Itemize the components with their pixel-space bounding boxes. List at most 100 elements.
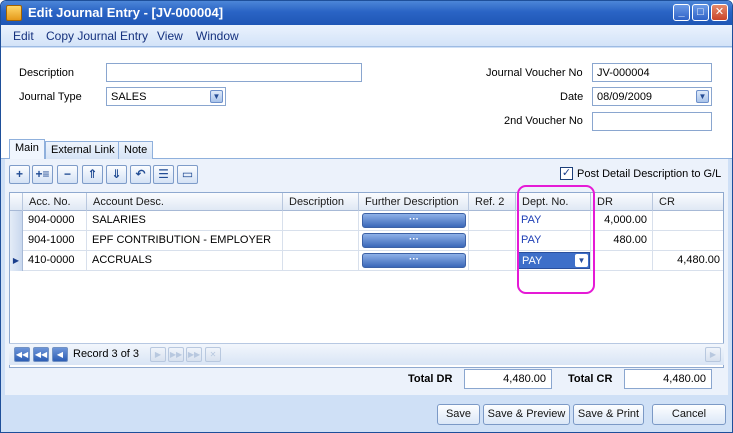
save-print-button[interactable]: Save & Print bbox=[573, 404, 644, 425]
jv-no-field[interactable]: JV-000004 bbox=[592, 63, 712, 82]
journal-type-value: SALES bbox=[111, 91, 147, 103]
cancel-edit-icon[interactable]: ✕ bbox=[205, 347, 221, 362]
cr-cell[interactable] bbox=[653, 231, 723, 251]
prev-record-icon[interactable]: ◀ bbox=[52, 347, 68, 362]
grid-header: Acc. No. Account Desc. Description Furth… bbox=[10, 193, 723, 211]
date-picker[interactable]: 08/09/2009 ▼ bbox=[592, 87, 712, 106]
column-header-ref2[interactable]: Ref. 2 bbox=[469, 193, 516, 211]
menu-copy-journal-entry[interactable]: Copy Journal Entry bbox=[46, 29, 148, 43]
dept-no-cell[interactable]: PAY bbox=[516, 231, 591, 251]
second-voucher-field[interactable] bbox=[592, 112, 712, 131]
total-cr-label: Total CR bbox=[568, 373, 613, 385]
chevron-down-icon[interactable]: ▼ bbox=[210, 90, 223, 103]
save-button[interactable]: Save bbox=[437, 404, 480, 425]
move-up-icon[interactable]: ⇑ bbox=[82, 165, 103, 184]
last-record-icon[interactable]: ▶▶ bbox=[186, 347, 202, 362]
next-record-icon[interactable]: ▶ bbox=[150, 347, 166, 362]
column-header-further-description[interactable]: Further Description bbox=[359, 193, 469, 211]
cancel-button[interactable]: Cancel bbox=[652, 404, 726, 425]
journal-grid: Acc. No. Account Desc. Description Furth… bbox=[9, 192, 724, 368]
date-value: 08/09/2009 bbox=[597, 91, 653, 103]
table-row[interactable]: 904-1000 EPF CONTRIBUTION - EMPLOYER ···… bbox=[10, 231, 723, 251]
header-form: Description Journal Type SALES ▼ Journal… bbox=[1, 48, 732, 138]
maximize-icon[interactable]: □ bbox=[692, 4, 709, 21]
post-detail-checkbox[interactable]: ✓ bbox=[560, 167, 573, 180]
dept-no-dropdown[interactable]: PAY ▼ bbox=[518, 252, 590, 269]
jv-no-label: Journal Voucher No bbox=[486, 67, 583, 79]
journal-type-select[interactable]: SALES ▼ bbox=[106, 87, 226, 106]
title-bar[interactable]: Edit Journal Entry - [JV-000004] _ □ ✕ bbox=[1, 1, 732, 25]
ref2-cell[interactable] bbox=[469, 211, 516, 231]
tab-external-link[interactable]: External Link bbox=[45, 141, 121, 159]
main-panel: + +≡ − ⇑ ⇓ ↶ ☰ ▭ ✓ Post Detail Descripti… bbox=[5, 159, 728, 395]
dr-cell[interactable]: 480.00 bbox=[591, 231, 653, 251]
menu-edit[interactable]: Edit bbox=[13, 29, 34, 43]
acc-no-cell[interactable]: 410-0000 bbox=[23, 251, 87, 271]
total-dr-value: 4,480.00 bbox=[464, 369, 552, 389]
save-preview-button[interactable]: Save & Preview bbox=[483, 404, 570, 425]
column-header-dr[interactable]: DR bbox=[591, 193, 653, 211]
row-indicator[interactable] bbox=[10, 231, 23, 251]
acc-no-cell[interactable]: 904-0000 bbox=[23, 211, 87, 231]
description-cell[interactable] bbox=[283, 211, 359, 231]
chevron-down-icon[interactable]: ▼ bbox=[575, 254, 588, 267]
date-label: Date bbox=[560, 91, 584, 103]
delete-row-icon[interactable]: − bbox=[57, 165, 78, 184]
further-description-button[interactable]: ··· bbox=[362, 233, 466, 248]
ref2-cell[interactable] bbox=[469, 251, 516, 271]
prev-page-icon[interactable]: ◀◀ bbox=[33, 347, 49, 362]
further-description-button[interactable]: ··· bbox=[362, 213, 466, 228]
account-desc-cell[interactable]: SALARIES bbox=[87, 211, 283, 231]
column-header-acc-no[interactable]: Acc. No. bbox=[23, 193, 87, 211]
further-description-button[interactable]: ··· bbox=[362, 253, 466, 268]
tab-main[interactable]: Main bbox=[9, 139, 45, 160]
table-row[interactable]: 904-0000 SALARIES ··· PAY 4,000.00 bbox=[10, 211, 723, 231]
ref2-cell[interactable] bbox=[469, 231, 516, 251]
description-cell[interactable] bbox=[283, 231, 359, 251]
column-header-dept-no[interactable]: Dept. No. bbox=[516, 193, 591, 211]
add-row-icon[interactable]: + bbox=[9, 165, 30, 184]
dept-no-value: PAY bbox=[522, 255, 543, 267]
menu-view[interactable]: View bbox=[157, 29, 183, 43]
menu-bar: Edit Copy Journal Entry View Window bbox=[1, 25, 732, 47]
scroll-right-icon[interactable]: ▶ bbox=[705, 347, 721, 362]
further-description-cell: ··· bbox=[359, 211, 469, 231]
first-record-icon[interactable]: ◀◀ bbox=[14, 347, 30, 362]
post-detail-label: Post Detail Description to G/L bbox=[577, 168, 722, 180]
close-icon[interactable]: ✕ bbox=[711, 4, 728, 21]
dept-no-cell[interactable]: PAY bbox=[516, 211, 591, 231]
acc-no-cell[interactable]: 904-1000 bbox=[23, 231, 87, 251]
tab-strip: Main External Link Note bbox=[1, 138, 732, 160]
record-counter: Record 3 of 3 bbox=[73, 348, 140, 360]
tab-note[interactable]: Note bbox=[118, 141, 154, 159]
account-desc-cell[interactable]: EPF CONTRIBUTION - EMPLOYER bbox=[87, 231, 283, 251]
table-row-selected[interactable]: ▶ 410-0000 ACCRUALS ··· PAY ▼ 4,480.00 bbox=[10, 251, 723, 271]
menu-window[interactable]: Window bbox=[196, 29, 239, 43]
current-row-arrow-icon[interactable]: ▶ bbox=[10, 251, 23, 271]
column-header-cr[interactable]: CR bbox=[653, 193, 723, 211]
list-icon[interactable]: ☰ bbox=[153, 165, 174, 184]
minimize-icon[interactable]: _ bbox=[673, 4, 690, 21]
record-navigator: ◀◀ ◀◀ ◀ Record 3 of 3 ▶ ▶▶ ▶▶ ✕ ▶ bbox=[9, 343, 724, 365]
cr-cell[interactable]: 4,480.00 bbox=[653, 251, 723, 271]
undo-icon[interactable]: ↶ bbox=[130, 165, 151, 184]
next-page-icon[interactable]: ▶▶ bbox=[168, 347, 184, 362]
chevron-down-icon[interactable]: ▼ bbox=[696, 90, 709, 103]
app-icon bbox=[6, 5, 22, 21]
account-desc-cell[interactable]: ACCRUALS bbox=[87, 251, 283, 271]
detail-icon[interactable]: ▭ bbox=[177, 165, 198, 184]
row-indicator[interactable] bbox=[10, 211, 23, 231]
description-field[interactable] bbox=[106, 63, 362, 82]
dr-cell[interactable]: 4,000.00 bbox=[591, 211, 653, 231]
dr-cell[interactable] bbox=[591, 251, 653, 271]
total-cr-value: 4,480.00 bbox=[624, 369, 712, 389]
description-cell[interactable] bbox=[283, 251, 359, 271]
cr-cell[interactable] bbox=[653, 211, 723, 231]
column-header-account-desc[interactable]: Account Desc. bbox=[87, 193, 283, 211]
dept-no-cell: PAY ▼ bbox=[516, 251, 591, 271]
column-header-description[interactable]: Description bbox=[283, 193, 359, 211]
journal-type-label: Journal Type bbox=[19, 91, 82, 103]
header-indicator bbox=[10, 193, 23, 211]
move-down-icon[interactable]: ⇓ bbox=[106, 165, 127, 184]
insert-row-icon[interactable]: +≡ bbox=[32, 165, 53, 184]
